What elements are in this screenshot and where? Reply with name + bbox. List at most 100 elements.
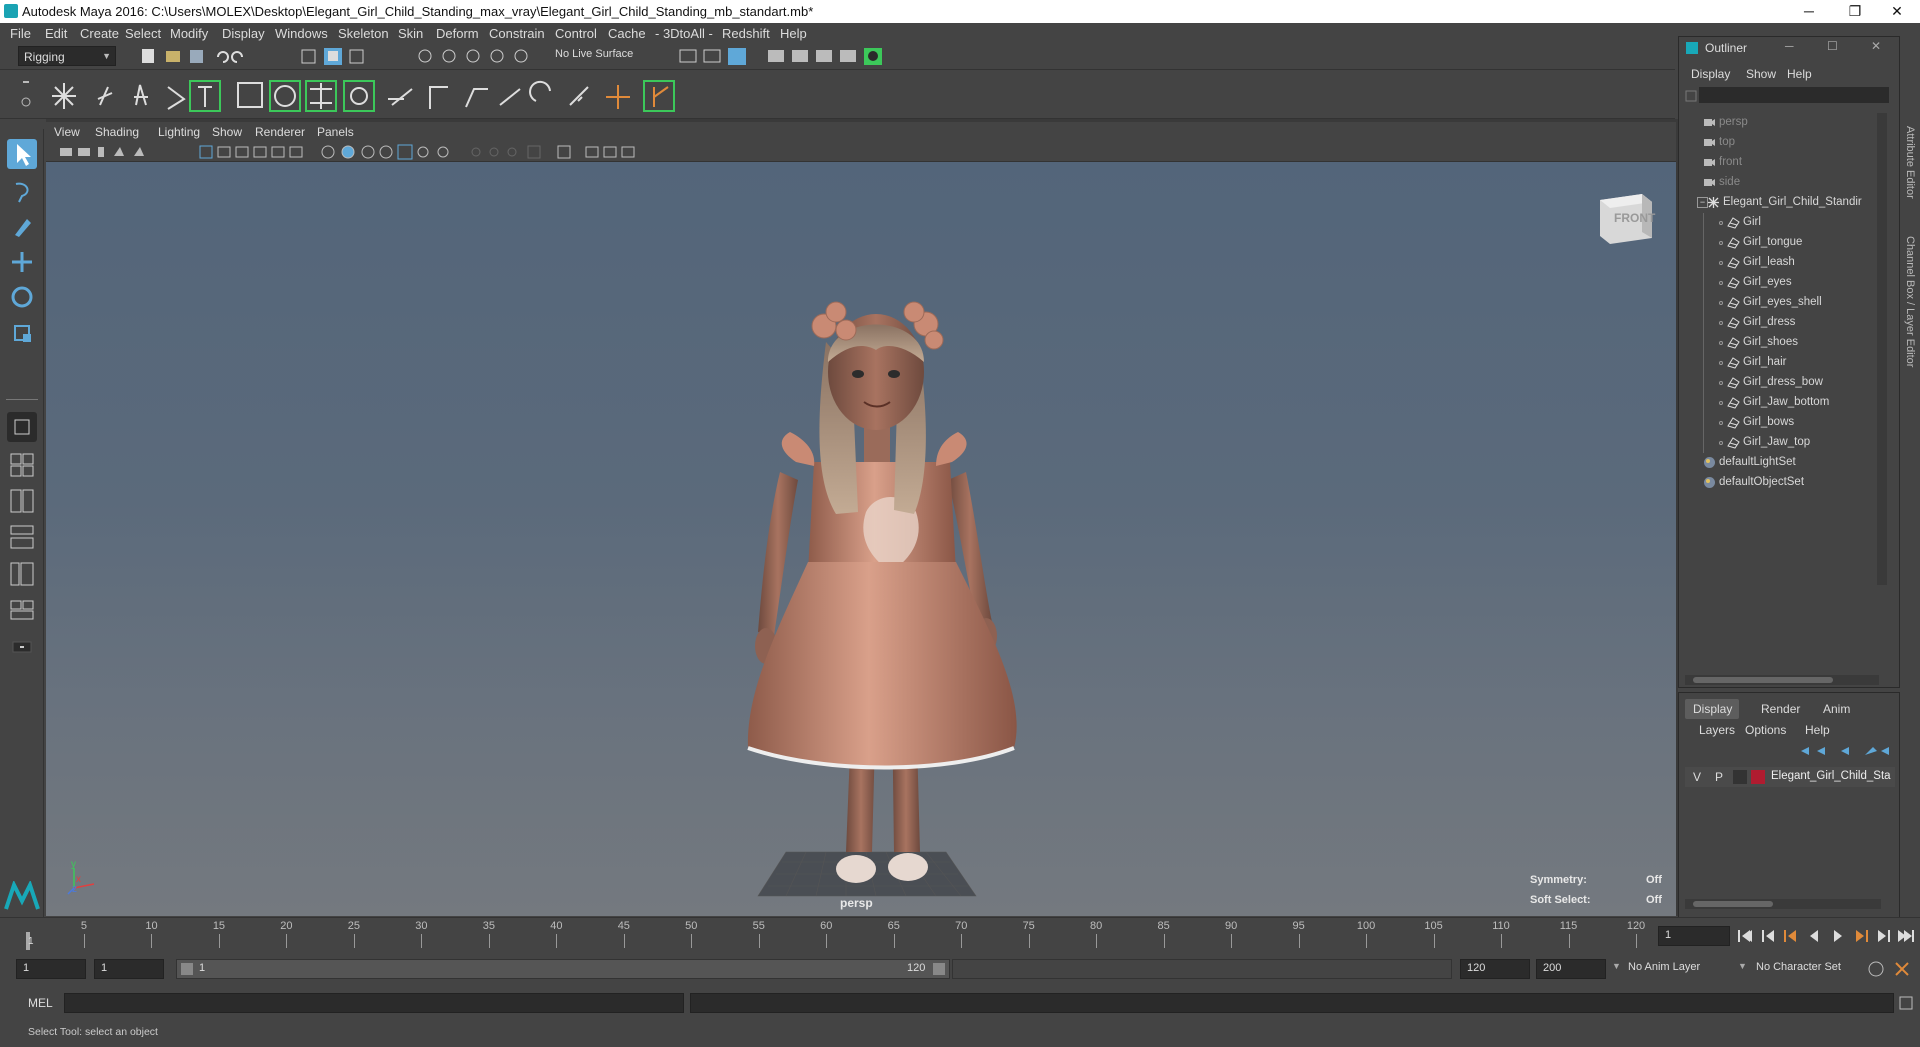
playback-controls[interactable] <box>1736 927 1916 945</box>
snap-tools-group[interactable] <box>415 47 545 65</box>
menu-constrain[interactable]: Constrain <box>489 26 545 41</box>
menu-file[interactable]: File <box>10 26 31 41</box>
outliner-item[interactable]: persp <box>1679 113 1877 133</box>
outliner-item[interactable]: defaultObjectSet <box>1679 473 1877 493</box>
outliner-item[interactable]: − Elegant_Girl_Child_Standir <box>1679 193 1877 213</box>
outliner-menu-display[interactable]: Display <box>1691 67 1730 81</box>
outliner-item[interactable]: Girl <box>1679 213 1877 233</box>
lasso-tool[interactable] <box>7 176 37 206</box>
girl-character-model[interactable] <box>46 162 1676 916</box>
panel-menu-lighting[interactable]: Lighting <box>158 125 200 139</box>
outliner-item[interactable]: front <box>1679 153 1877 173</box>
outliner-item[interactable]: Girl_bows <box>1679 413 1877 433</box>
outliner-menu-help[interactable]: Help <box>1787 67 1812 81</box>
outliner-search-input[interactable] <box>1699 87 1889 103</box>
menu-cache[interactable]: Cache <box>608 26 646 41</box>
outliner-item[interactable]: Girl_shoes <box>1679 333 1877 353</box>
script-editor-icon[interactable] <box>1898 995 1914 1011</box>
select-tool[interactable] <box>7 139 37 169</box>
outliner-item[interactable]: Girl_Jaw_bottom <box>1679 393 1877 413</box>
scale-tool[interactable] <box>7 318 37 348</box>
shelf-tab-icon[interactable] <box>18 77 34 113</box>
outliner-item[interactable]: Girl_tongue <box>1679 233 1877 253</box>
outliner-close-button[interactable]: ✕ <box>1871 39 1881 53</box>
time-slider[interactable]: 5 10 15 20 25 30 35 40 45 50 55 60 65 70 75 80 85 90 95 100… <box>0 917 1920 953</box>
hypershade-layout-icon[interactable] <box>7 595 37 625</box>
anim-layer-dropdown[interactable]: No Anim Layer <box>1628 961 1700 973</box>
panel-menu-view[interactable]: View <box>54 125 80 139</box>
layers-menu-options[interactable]: Options <box>1745 723 1786 737</box>
outliner-hscroll-thumb[interactable] <box>1693 677 1833 683</box>
channel-box-tab[interactable]: Channel Box / Layer Editor <box>1904 236 1916 367</box>
command-input[interactable] <box>64 993 684 1013</box>
layer-row[interactable]: V P Elegant_Girl_Child_Sta <box>1685 767 1895 787</box>
menu-help[interactable]: Help <box>780 26 807 41</box>
outliner-item[interactable]: top <box>1679 133 1877 153</box>
outliner-vscrollbar[interactable] <box>1877 113 1887 585</box>
menu-display[interactable]: Display <box>222 26 265 41</box>
layer-type-toggle[interactable] <box>1733 770 1747 784</box>
layers-menu-help[interactable]: Help <box>1805 723 1830 737</box>
menu-redshift[interactable]: Redshift <box>722 26 770 41</box>
outliner-item[interactable]: Girl_eyes <box>1679 273 1877 293</box>
outliner-item[interactable]: Girl_eyes_shell <box>1679 293 1877 313</box>
layer-name[interactable]: Elegant_Girl_Child_Sta <box>1771 770 1891 782</box>
menu-skin[interactable]: Skin <box>398 26 423 41</box>
layer-playback-toggle[interactable]: P <box>1715 770 1723 784</box>
layer-visibility-toggle[interactable]: V <box>1693 770 1701 784</box>
outliner-menu-show[interactable]: Show <box>1746 67 1776 81</box>
outliner-maximize-button[interactable]: ☐ <box>1827 39 1838 53</box>
outliner-minimize-button[interactable]: ─ <box>1785 39 1794 53</box>
range-start-handle[interactable] <box>181 963 193 975</box>
restore-button[interactable]: ❐ <box>1832 0 1878 23</box>
scene-start-field[interactable]: 1 <box>16 959 86 979</box>
layer-tab-display[interactable]: Display <box>1693 702 1732 716</box>
outliner-item[interactable]: Girl_Jaw_top <box>1679 433 1877 453</box>
shelf-buttons[interactable] <box>48 79 688 113</box>
layer-color-swatch[interactable] <box>1751 770 1765 784</box>
attribute-editor-tab[interactable]: Attribute Editor <box>1904 126 1916 199</box>
chevron-down-icon[interactable]: ▼ <box>1612 961 1621 971</box>
scene-end-field[interactable]: 200 <box>1536 959 1606 979</box>
time-ticks[interactable]: 5 10 15 20 25 30 35 40 45 50 55 60 65 70 75 80 85 90 95 100… <box>26 918 1652 952</box>
outliner-hscrollbar[interactable] <box>1685 675 1879 685</box>
live-surface-label[interactable]: No Live Surface <box>555 48 633 60</box>
menu-deform[interactable]: Deform <box>436 26 479 41</box>
layer-action-icons[interactable] <box>1797 743 1893 759</box>
single-perspective-layout-icon[interactable] <box>7 412 37 442</box>
panel-menu-renderer[interactable]: Renderer <box>255 125 305 139</box>
outliner-item[interactable]: Girl_dress_bow <box>1679 373 1877 393</box>
selection-mask-group[interactable] <box>300 47 380 65</box>
maya-home-icon[interactable] <box>4 881 40 911</box>
outliner-item[interactable]: Girl_hair <box>1679 353 1877 373</box>
panel-menu-shading[interactable]: Shading <box>95 125 139 139</box>
menu-edit[interactable]: Edit <box>45 26 67 41</box>
layer-tab-render[interactable]: Render <box>1761 702 1800 716</box>
move-tool[interactable] <box>7 247 37 277</box>
auto-key-icons[interactable] <box>1866 959 1916 979</box>
cmd-language-label[interactable]: MEL <box>28 996 53 1010</box>
outliner-layout-icon[interactable] <box>7 522 37 552</box>
menu-3dtoall[interactable]: - 3DtoAll - <box>655 26 713 41</box>
playback-start-field[interactable]: 1 <box>94 959 164 979</box>
panel-menu-show[interactable]: Show <box>212 125 242 139</box>
menu-create[interactable]: Create <box>80 26 119 41</box>
paint-select-tool[interactable] <box>7 211 37 241</box>
menu-windows[interactable]: Windows <box>275 26 328 41</box>
four-view-layout-icon[interactable] <box>7 450 37 480</box>
menu-select[interactable]: Select <box>125 26 161 41</box>
file-tools-group[interactable] <box>140 47 260 65</box>
layers-hscrollbar[interactable] <box>1685 899 1881 909</box>
outliner-item[interactable]: side <box>1679 173 1877 193</box>
character-set-dropdown[interactable]: No Character Set <box>1756 961 1841 973</box>
menuset-dropdown[interactable]: Rigging ▼ <box>18 46 116 66</box>
current-frame-field[interactable]: 1 <box>1658 926 1730 946</box>
panel-menu-panels[interactable]: Panels <box>317 125 354 139</box>
playback-end-field[interactable]: 120 <box>1460 959 1530 979</box>
layer-tab-anim[interactable]: Anim <box>1823 702 1850 716</box>
close-button[interactable]: ✕ <box>1874 0 1920 23</box>
graph-layout-icon[interactable] <box>7 559 37 589</box>
render-tools-group[interactable] <box>678 47 908 65</box>
menu-skeleton[interactable]: Skeleton <box>338 26 389 41</box>
rotate-tool[interactable] <box>7 282 37 312</box>
